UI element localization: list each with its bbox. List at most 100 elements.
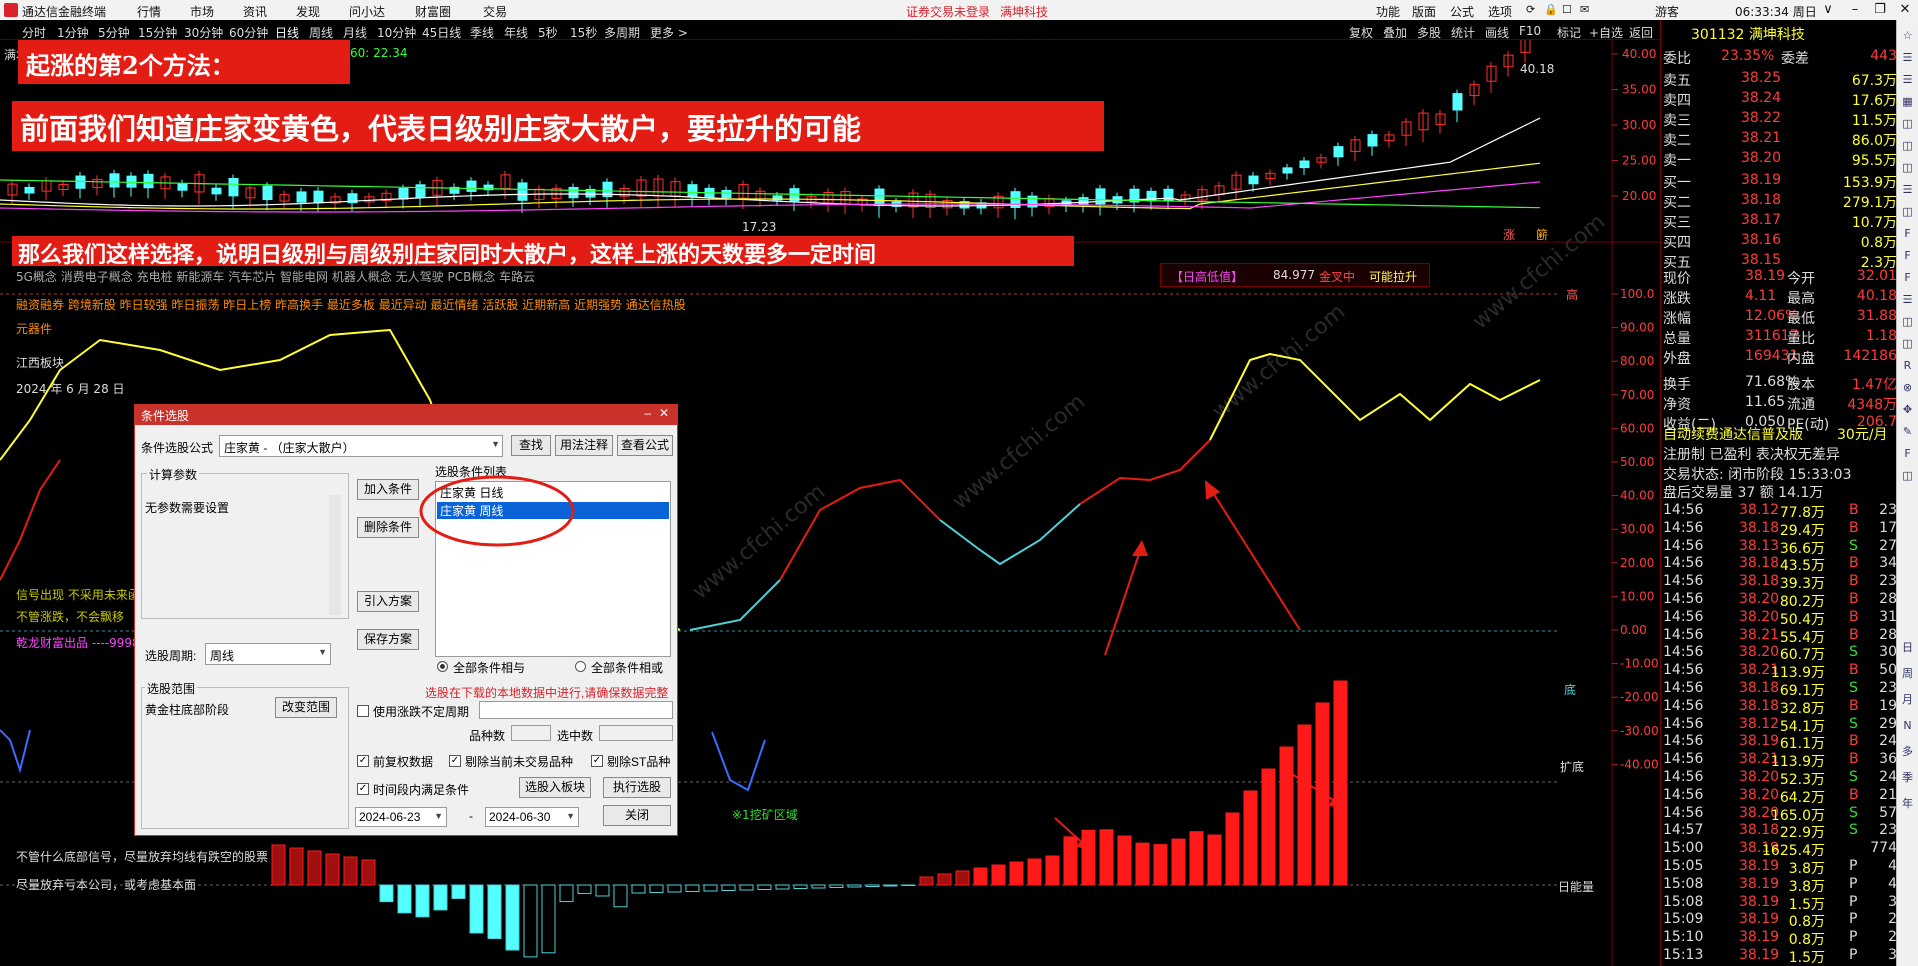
find-button[interactable]: 查找 [511,435,551,456]
menu-function[interactable]: 功能 [1376,3,1400,20]
dialog-minimize-icon[interactable]: – [644,406,651,420]
tool-adjust[interactable]: 复权 [1349,24,1373,41]
period-tab-60min[interactable]: 60分钟 [229,24,268,41]
to-block-button[interactable]: 选股入板块 [519,777,591,798]
menu-news[interactable]: 资讯 [243,3,267,20]
forward-adjust-label[interactable]: 前复权数据 [373,753,433,770]
chart-icon[interactable]: ◫ [1900,468,1915,483]
tool-f10[interactable]: F10 [1519,24,1541,38]
uncertain-period-label[interactable]: 使用涨跌不定周期 [373,703,469,720]
radio-all-or[interactable] [575,661,586,672]
date-to-dropdown-icon[interactable]: ▼ [566,811,575,821]
tool-overlay[interactable]: 叠加 [1383,24,1407,41]
close-button[interactable]: 关闭 [603,805,671,826]
list-icon[interactable]: ☰ [1900,72,1915,87]
formula-select[interactable]: 庄家黄 - （庄家大散户） ▼ [219,435,503,457]
side-period-1[interactable]: 周 [1900,666,1915,681]
period-tab-15s[interactable]: 15秒 [570,24,597,41]
period-tab-15min[interactable]: 15分钟 [138,24,177,41]
menu-options[interactable]: 选项 [1488,3,1512,20]
period-tab-season[interactable]: 季线 [470,24,494,41]
f-icon[interactable]: F [1900,446,1915,461]
menu-formula[interactable]: 公式 [1450,3,1474,20]
period-tab-30min[interactable]: 30分钟 [184,24,223,41]
lock-icon[interactable]: 🔒 [1544,3,1558,16]
period-tab-5s[interactable]: 5秒 [538,24,558,41]
period-tab-year[interactable]: 年线 [504,24,528,41]
list-icon[interactable]: ☰ [1900,182,1915,197]
save-plan-button[interactable]: 保存方案 [357,629,419,650]
tool-favorite[interactable]: +自选 [1589,24,1623,41]
period-tab-timeshare[interactable]: 分时 [22,24,46,41]
move-icon[interactable]: ✥ [1900,402,1915,417]
menu-discover[interactable]: 发现 [296,3,320,20]
date-from-input[interactable]: 2024-06-23 ▼ [355,807,447,827]
f-icon[interactable]: F [1900,248,1915,263]
chart-icon[interactable]: ◫ [1900,314,1915,329]
grid-icon[interactable]: ▦ [1900,94,1915,109]
close-icon[interactable]: ✕ [1895,2,1915,17]
tool-mark[interactable]: 标记 [1557,24,1581,41]
side-period-5[interactable]: 季 [1900,770,1915,785]
chart-icon[interactable]: ◫ [1900,336,1915,351]
tool-back[interactable]: 返回 [1629,24,1653,41]
f-icon[interactable]: F [1900,226,1915,241]
period-tab-45day[interactable]: 45日线 [422,24,461,41]
tool-draw[interactable]: 画线 [1485,24,1509,41]
period-tab-more[interactable]: 更多 > [650,24,688,41]
star-icon[interactable]: ☆ [1900,28,1915,43]
list-icon[interactable]: ☰ [1900,292,1915,307]
pen-icon[interactable]: ✎ [1900,424,1915,439]
period-tab-multi[interactable]: 多周期 [604,24,640,41]
checkbox-forward-adjust[interactable]: ✓ [357,755,369,767]
radio-all-and-label[interactable]: 全部条件相与 [453,659,525,676]
chart-icon[interactable]: ◫ [1900,116,1915,131]
tool-stats[interactable]: 统计 [1451,24,1475,41]
checkbox-exclude-untraded[interactable]: ✓ [449,755,461,767]
period-tab-week[interactable]: 周线 [309,24,333,41]
radio-all-and[interactable] [437,661,448,672]
tool-multi[interactable]: 多股 [1417,24,1441,41]
period-select[interactable]: 周线 ▼ [205,643,331,665]
user-label[interactable]: 游客 [1655,3,1679,20]
change-range-button[interactable]: 改变范围 [275,697,337,718]
link-icon[interactable]: ⊗ [1900,380,1915,395]
exclude-st-label[interactable]: 剔除ST品种 [607,753,670,770]
uncertain-period-input[interactable] [479,701,673,719]
period-tab-month[interactable]: 月线 [343,24,367,41]
refresh-icon[interactable]: ⟳ [1526,3,1535,16]
exclude-untraded-label[interactable]: 剔除当前未交易品种 [465,753,573,770]
run-filter-button[interactable]: 执行选股 [603,777,671,798]
checkbox-exclude-st[interactable]: ✓ [591,755,603,767]
menu-quotes[interactable]: 行情 [137,3,161,20]
restore-icon[interactable]: ❐ [1870,2,1890,17]
dialog-titlebar[interactable]: 条件选股 – ✕ [135,405,677,425]
menu-market[interactable]: 市场 [190,3,214,20]
rsi-icon[interactable]: R [1900,358,1915,373]
minimize-icon[interactable]: – [1845,2,1865,17]
period-tab-5min[interactable]: 5分钟 [98,24,130,41]
menu-trade[interactable]: 交易 [483,3,507,20]
period-dropdown-icon[interactable]: ▼ [318,647,327,657]
f-icon[interactable]: F [1900,270,1915,285]
list-icon[interactable]: ☰ [1900,50,1915,65]
view-formula-button[interactable]: 查看公式 [617,435,673,456]
params-scrollbar[interactable] [329,495,341,615]
phone-icon[interactable]: ☐ [1562,3,1572,16]
menu-ask[interactable]: 问小达 [349,3,385,20]
add-condition-button[interactable]: 加入条件 [357,479,419,500]
side-period-4[interactable]: 多 [1900,744,1915,759]
import-plan-button[interactable]: 引入方案 [357,591,419,612]
chart-icon[interactable]: ◫ [1900,160,1915,175]
menu-dropdown-icon[interactable]: ∨ [1818,2,1838,17]
chart-icon[interactable]: ◫ [1900,204,1915,219]
time-range-label[interactable]: 时间段内满足条件 [373,781,469,798]
usage-notes-button[interactable]: 用法注释 [555,435,613,456]
side-period-3[interactable]: N [1900,718,1915,733]
date-from-dropdown-icon[interactable]: ▼ [434,811,443,821]
date-to-input[interactable]: 2024-06-30 ▼ [485,807,579,827]
formula-dropdown-icon[interactable]: ▼ [491,439,500,449]
side-period-6[interactable]: 年 [1900,796,1915,811]
radio-all-or-label[interactable]: 全部条件相或 [591,659,663,676]
checkbox-time-range[interactable]: ✓ [357,783,369,795]
